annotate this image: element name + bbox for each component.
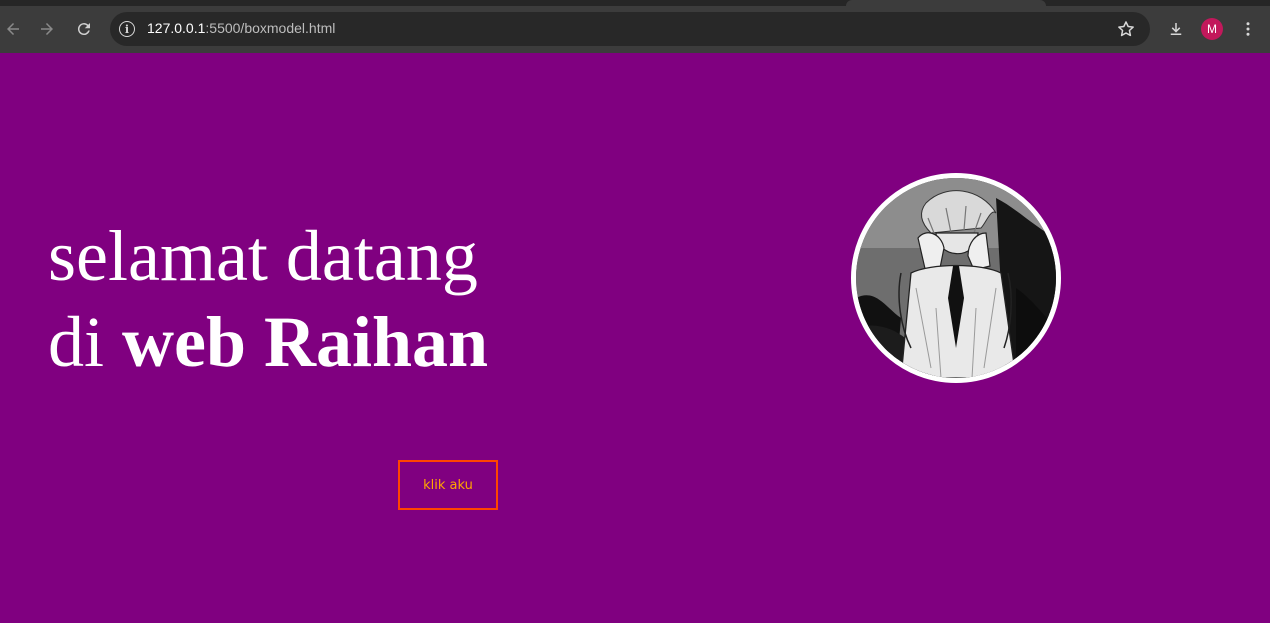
headline-line-2-bold: web Raihan xyxy=(122,302,489,382)
manga-character-portrait-icon xyxy=(856,178,1056,378)
profile-avatar[interactable]: M xyxy=(1201,18,1223,40)
url-text[interactable]: 127.0.0.1:5500/boxmodel.html xyxy=(147,20,335,36)
back-arrow-icon[interactable] xyxy=(0,16,26,42)
headline-line-1: selamat datang xyxy=(48,216,478,296)
headline-line-2-plain: di xyxy=(48,302,123,382)
menu-kebab-icon[interactable] xyxy=(1235,16,1261,42)
page-viewport: selamat datang di web Raihan klik aku xyxy=(0,53,1270,623)
forward-arrow-icon[interactable] xyxy=(34,16,60,42)
profile-image xyxy=(851,173,1061,383)
bookmark-star-icon[interactable] xyxy=(1116,19,1136,39)
site-info-icon[interactable]: i xyxy=(119,21,135,37)
tab-strip xyxy=(0,0,1270,6)
klik-aku-button[interactable]: klik aku xyxy=(398,460,498,510)
reload-icon[interactable] xyxy=(71,16,97,42)
hero-headline: selamat datang di web Raihan xyxy=(48,213,488,385)
address-bar[interactable]: i 127.0.0.1:5500/boxmodel.html xyxy=(110,12,1150,46)
active-tab[interactable] xyxy=(846,0,1046,6)
download-icon[interactable] xyxy=(1163,16,1189,42)
browser-toolbar: i 127.0.0.1:5500/boxmodel.html M xyxy=(0,0,1270,53)
